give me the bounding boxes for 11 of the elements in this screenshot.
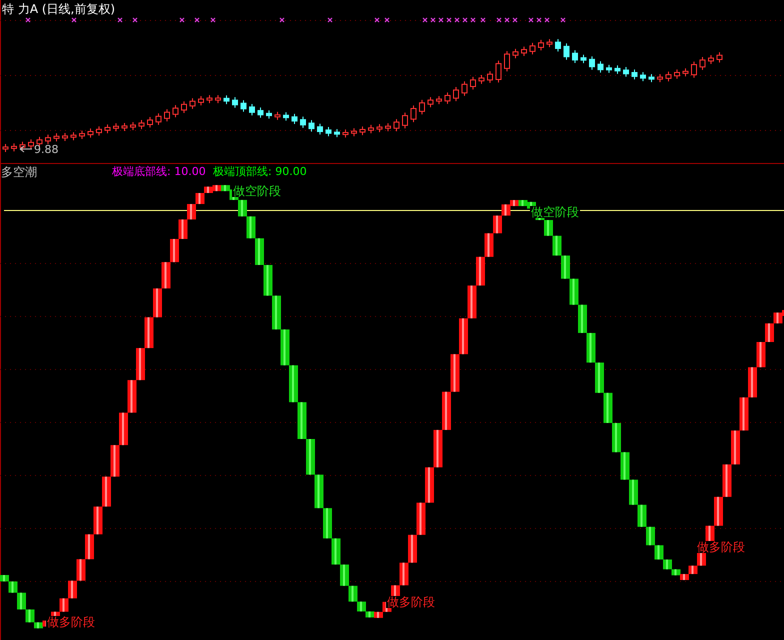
phase-label: 做多阶段 (46, 616, 96, 628)
indicator-title: 多空潮 (1, 166, 37, 178)
phase-label: 做多阶段 (386, 596, 436, 608)
phase-label: 做空阶段 (530, 206, 580, 218)
low-price-label: 9.88 (34, 144, 58, 155)
phase-label: 做空阶段 (232, 185, 282, 197)
indicator-line-label: 极端顶部线: 90.00 (213, 166, 307, 177)
arrow-icon (20, 146, 32, 152)
phase-label: 做多阶段 (696, 541, 746, 553)
indicator-line-label: 极端底部线: 10.00 (112, 166, 206, 177)
chart-title: 特 力A (日线,前复权) (2, 3, 116, 15)
